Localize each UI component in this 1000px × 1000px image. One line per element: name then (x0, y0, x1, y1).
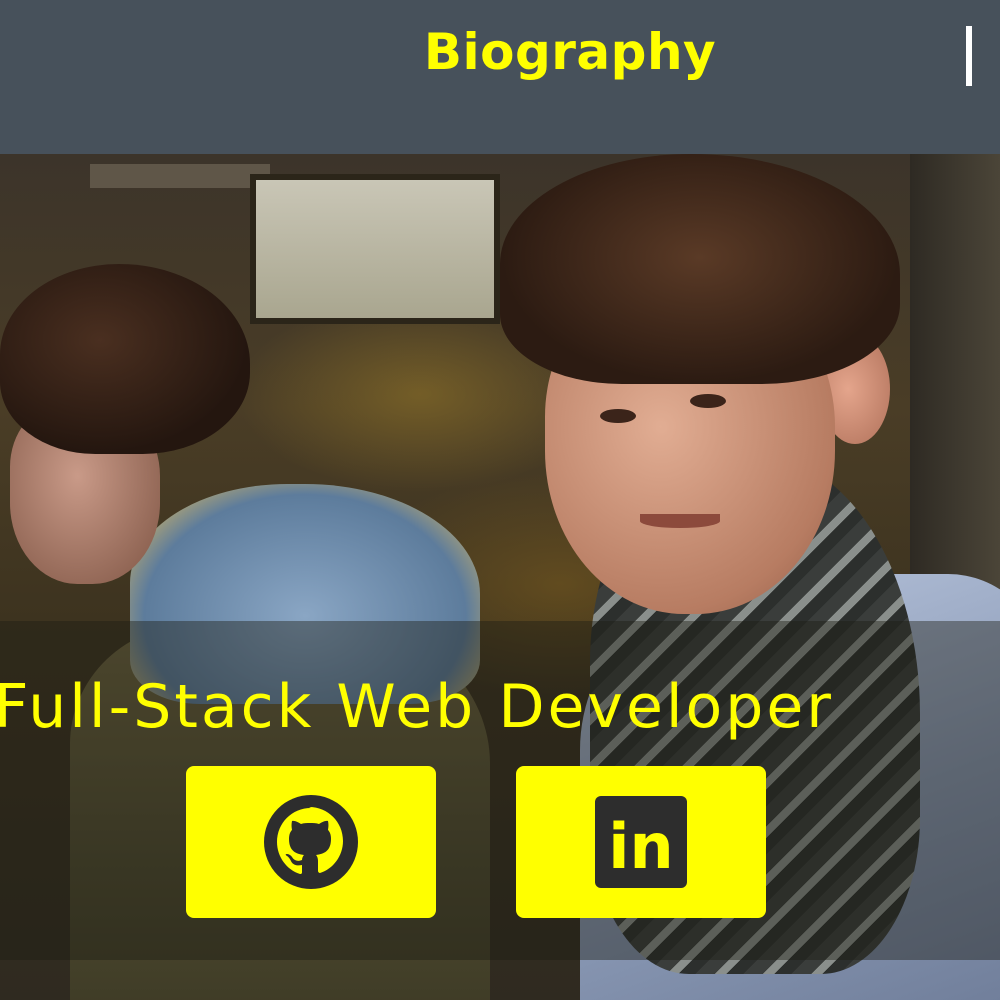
linkedin-button[interactable]: in (516, 766, 766, 918)
page-title: Biography (423, 23, 717, 81)
top-header: Biography (0, 0, 1000, 154)
right-person-mouth (640, 514, 720, 528)
hero-tagline: Full-Stack Web Developer (0, 672, 834, 742)
background-window (250, 174, 500, 324)
background-post (910, 154, 1000, 614)
linkedin-icon: in (595, 796, 687, 888)
right-person-hair (500, 154, 900, 384)
menu-bar-icon[interactable] (966, 26, 972, 86)
right-person-eye-left (600, 409, 636, 423)
linkedin-icon-text: in (608, 810, 673, 883)
left-person-hair (0, 264, 250, 454)
background-beam (90, 164, 270, 188)
github-icon (264, 795, 358, 889)
right-person-eye-right (690, 394, 726, 408)
github-button[interactable] (186, 766, 436, 918)
